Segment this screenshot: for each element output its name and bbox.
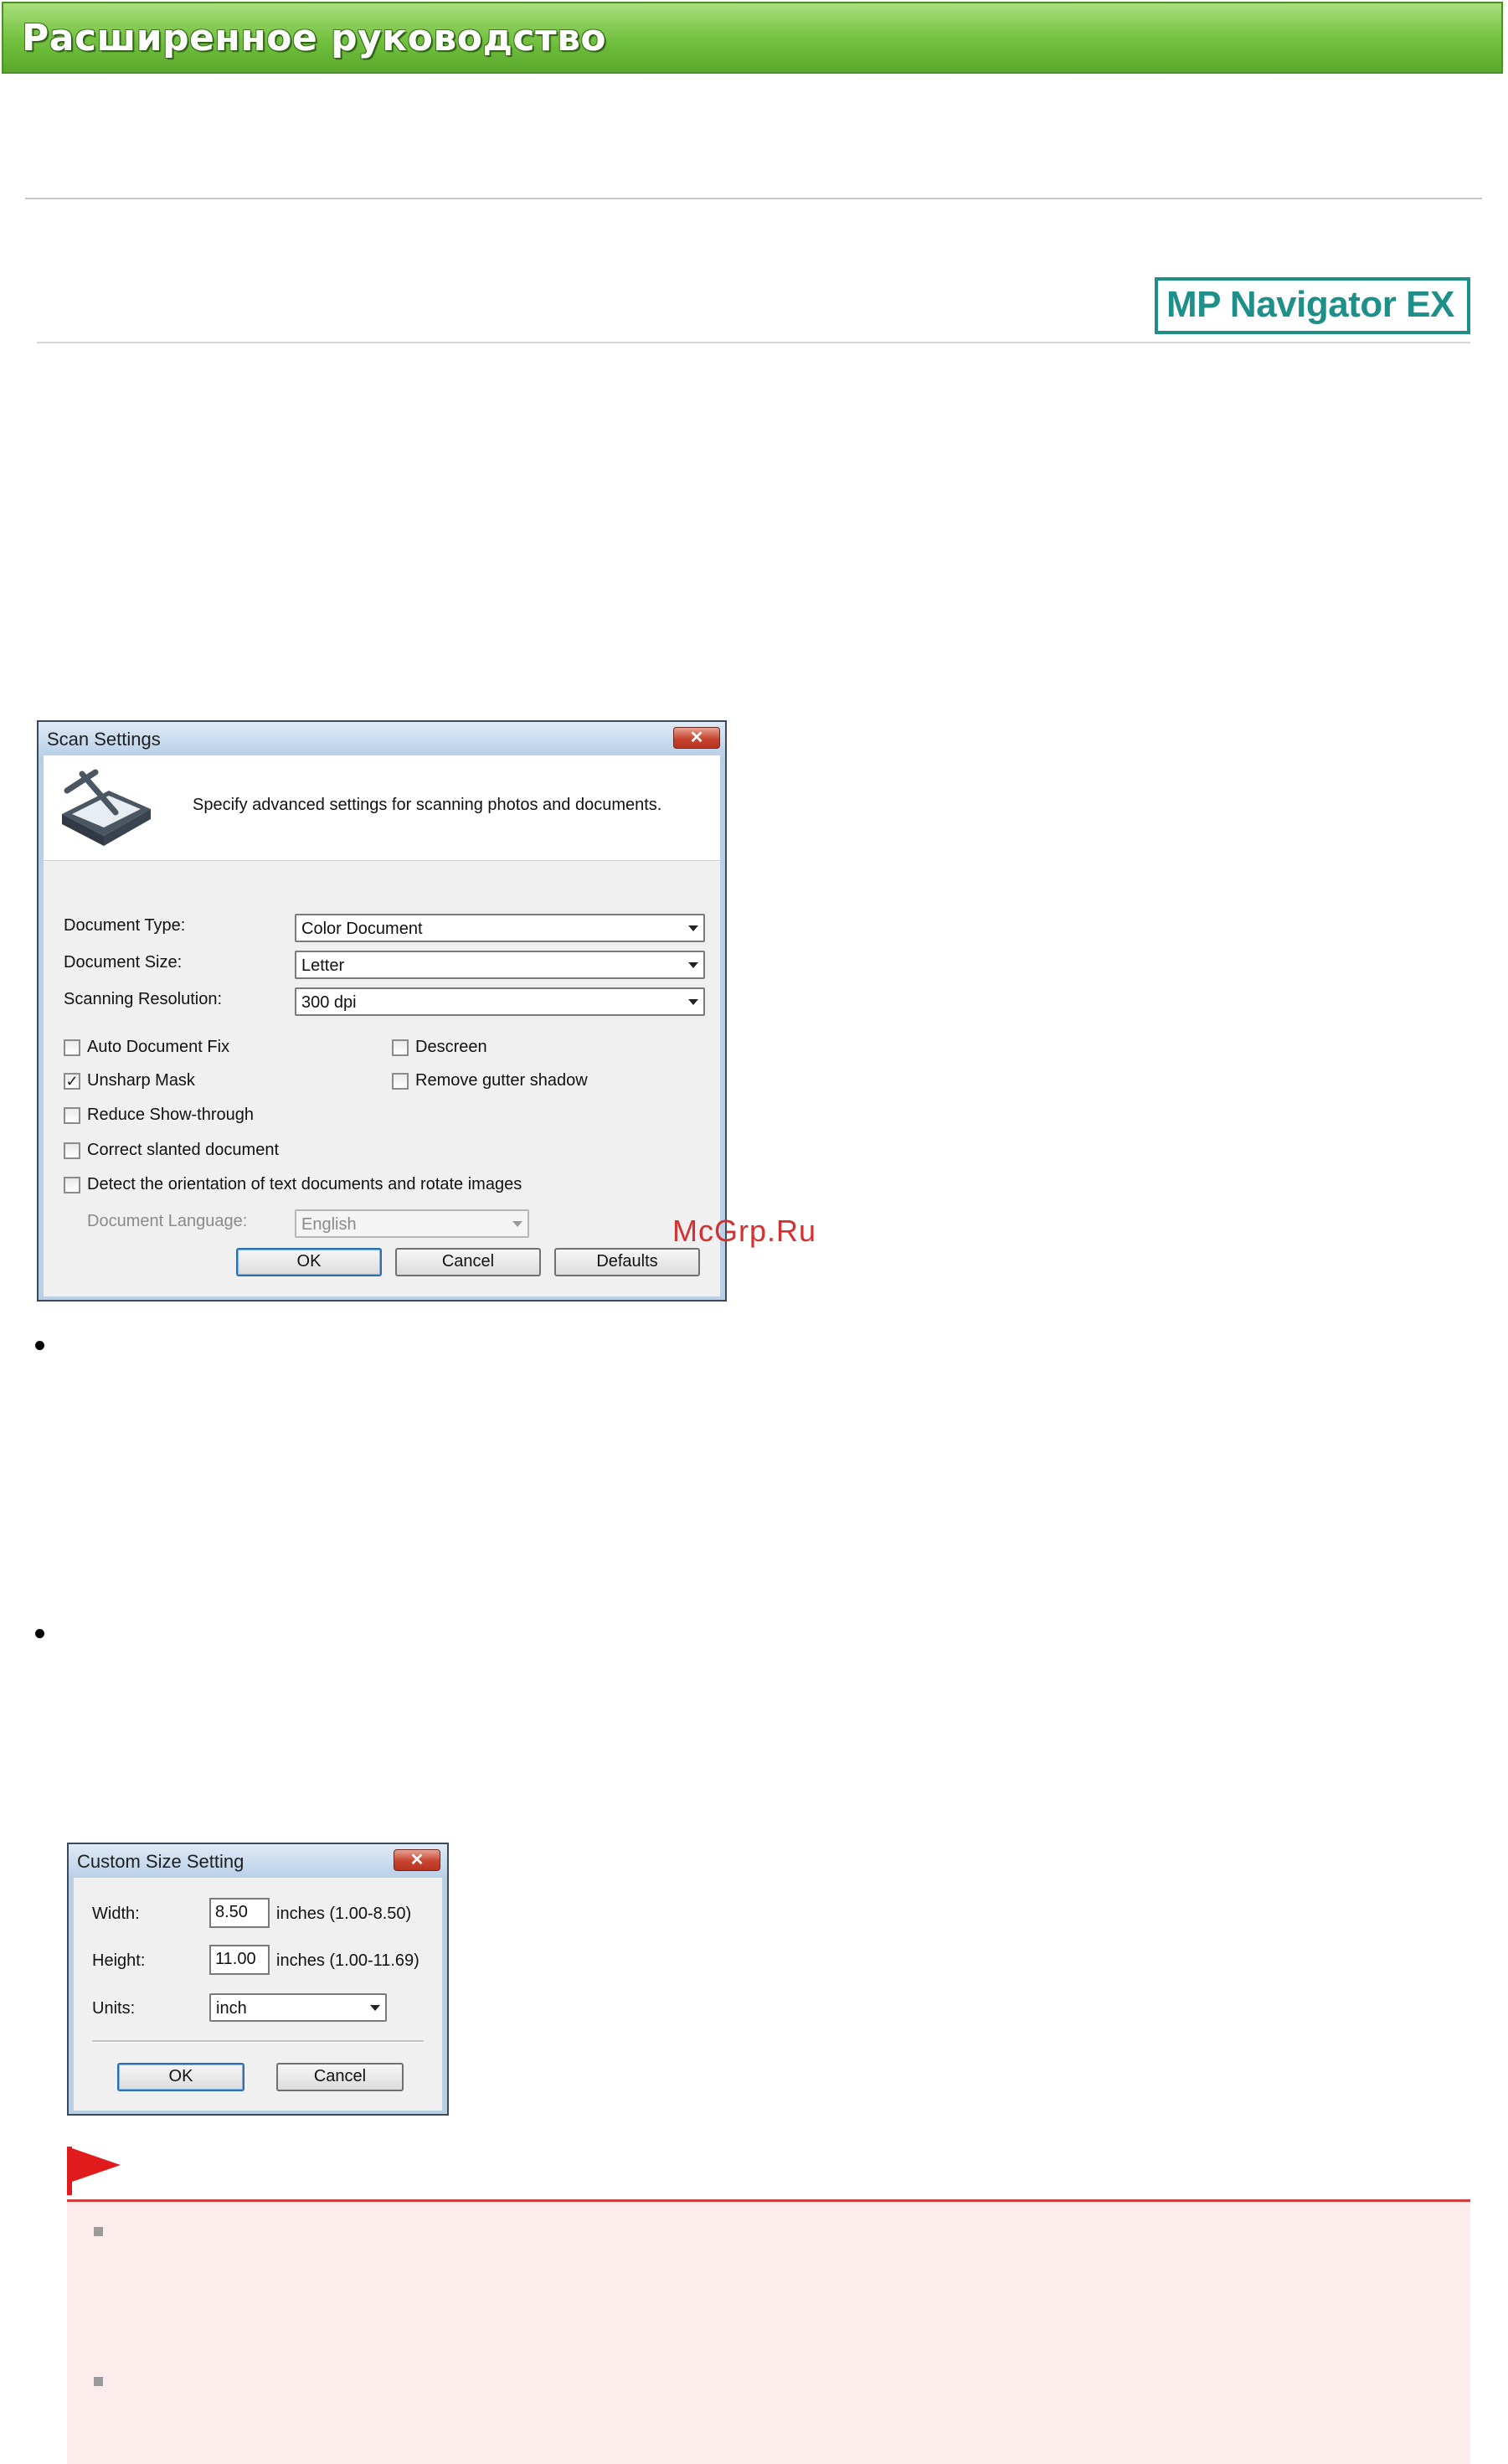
dialog-body: Width: 8.50 inches (1.00-8.50) Height: 1… <box>74 1878 442 2111</box>
ok-button[interactable]: OK <box>236 1248 382 1276</box>
height-input[interactable]: 11.00 <box>209 1945 270 1975</box>
logo-text: MP Navigator EX <box>1166 284 1454 325</box>
unsharp-mask-label: Unsharp Mask <box>87 1071 195 1090</box>
dialog-separator <box>92 2040 424 2043</box>
note-bullet <box>94 2227 103 2236</box>
height-label: Height: <box>92 1951 146 1970</box>
scanning-resolution-label: Scanning Resolution: <box>64 990 223 1008</box>
document-size-value: Letter <box>301 956 345 975</box>
top-divider <box>25 198 1482 199</box>
chevron-down-icon <box>370 2005 380 2011</box>
bullet <box>35 1341 44 1350</box>
correct-slanted-label: Correct slanted document <box>87 1141 280 1159</box>
scanning-resolution-value: 300 dpi <box>301 993 357 1012</box>
custom-size-dialog: Custom Size Setting ✕ Width: 8.50 inches… <box>67 1843 449 2116</box>
auto-document-fix-checkbox[interactable] <box>64 1039 80 1056</box>
dialog-title: Scan Settings <box>47 729 161 750</box>
dialog-description: Specify advanced settings for scanning p… <box>193 796 662 814</box>
reduce-show-through-label: Reduce Show-through <box>87 1106 255 1124</box>
auto-document-fix-label: Auto Document Fix <box>87 1038 230 1056</box>
units-value: inch <box>216 1999 247 2018</box>
remove-gutter-shadow-label: Remove gutter shadow <box>415 1071 588 1090</box>
watermark: McGrp.Ru <box>672 1214 817 1248</box>
note-bullet <box>94 2377 103 2386</box>
important-note-box <box>67 2202 1470 2464</box>
width-input[interactable]: 8.50 <box>209 1898 270 1928</box>
units-select[interactable]: inch <box>209 1993 387 2022</box>
dialog-titlebar: Scan Settings ✕ <box>39 722 725 755</box>
descreen-checkbox[interactable] <box>392 1039 409 1056</box>
document-language-label: Document Language: <box>87 1212 248 1230</box>
remove-gutter-shadow-checkbox[interactable] <box>392 1073 409 1090</box>
defaults-button[interactable]: Defaults <box>554 1248 700 1276</box>
document-language-select[interactable]: English <box>295 1209 529 1238</box>
ok-button[interactable]: OK <box>117 2063 244 2091</box>
document-size-label: Document Size: <box>64 953 183 972</box>
reduce-show-through-checkbox[interactable] <box>64 1107 80 1124</box>
dialog-body: Specify advanced settings for scanning p… <box>44 755 720 1296</box>
cancel-button[interactable]: Cancel <box>276 2063 404 2091</box>
correct-slanted-checkbox[interactable] <box>64 1142 80 1159</box>
document-type-select[interactable]: Color Document <box>295 914 705 942</box>
height-range: inches (1.00-11.69) <box>276 1951 419 1970</box>
dialog-titlebar: Custom Size Setting ✕ <box>69 1844 447 1878</box>
descreen-label: Descreen <box>415 1038 487 1056</box>
chevron-down-icon <box>688 999 698 1005</box>
close-button[interactable]: ✕ <box>673 727 720 749</box>
chevron-down-icon <box>512 1221 522 1227</box>
detect-orientation-label: Detect the orientation of text documents… <box>87 1175 522 1193</box>
scanning-resolution-select[interactable]: 300 dpi <box>295 987 705 1016</box>
width-label: Width: <box>92 1905 140 1923</box>
header-title: Расширенное руководство <box>22 17 607 59</box>
cancel-button[interactable]: Cancel <box>395 1248 541 1276</box>
document-type-value: Color Document <box>301 920 423 938</box>
close-button[interactable]: ✕ <box>394 1849 440 1871</box>
width-range: inches (1.00-8.50) <box>276 1905 412 1923</box>
document-language-value: English <box>301 1215 357 1234</box>
mp-navigator-logo: MP Navigator EX <box>1155 277 1470 334</box>
unsharp-mask-checkbox[interactable]: ✓ <box>64 1073 80 1090</box>
dialog-title: Custom Size Setting <box>77 1851 244 1872</box>
detect-orientation-checkbox[interactable] <box>64 1177 80 1193</box>
scanner-icon <box>62 769 151 846</box>
document-size-select[interactable]: Letter <box>295 951 705 979</box>
scan-settings-dialog: Scan Settings ✕ Specify advanced setting… <box>37 720 727 1302</box>
header-banner: Расширенное руководство <box>2 2 1503 74</box>
units-label: Units: <box>92 1999 136 2018</box>
title-divider <box>37 342 1470 343</box>
chevron-down-icon <box>688 925 698 931</box>
chevron-down-icon <box>688 962 698 968</box>
document-type-label: Document Type: <box>64 916 186 935</box>
flag-icon <box>67 2147 121 2195</box>
bullet <box>35 1629 44 1638</box>
